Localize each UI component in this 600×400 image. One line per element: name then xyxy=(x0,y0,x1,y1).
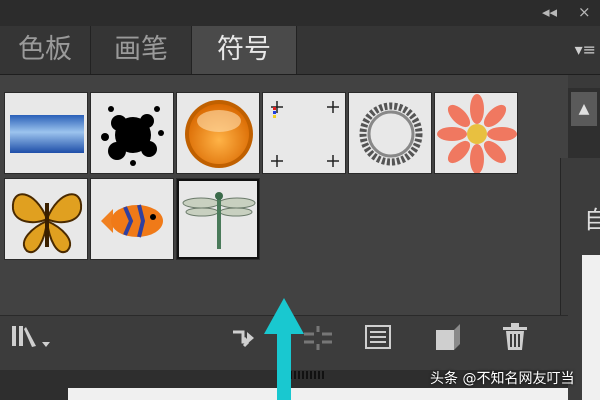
annotation-arrow-icon xyxy=(264,298,304,400)
scroll-up-button[interactable]: ▲ xyxy=(571,92,597,126)
panel-tabs: 色板 画笔 符号 ▾≡ xyxy=(0,26,600,75)
symbol-ink-splatter[interactable] xyxy=(90,92,174,174)
dragonfly-symbol-icon xyxy=(182,192,256,249)
new-symbol-icon[interactable] xyxy=(432,322,462,358)
close-panel-button[interactable]: × xyxy=(578,3,591,21)
tab-symbols[interactable]: 符号 xyxy=(192,26,297,74)
tab-brushes[interactable]: 画笔 xyxy=(91,26,192,74)
tab-swatches[interactable]: 色板 xyxy=(0,26,91,74)
pink-flower-symbol-icon xyxy=(437,94,517,173)
symbol-butterfly[interactable] xyxy=(4,178,88,260)
watermark: 头条 @不知名网友叮当 xyxy=(430,371,575,387)
butterfly-symbol-icon xyxy=(11,193,83,254)
panel-menu-icon[interactable]: ▾≡ xyxy=(575,40,596,59)
fish-symbol-icon xyxy=(101,204,163,238)
ink-splatter-symbol-icon xyxy=(101,106,164,166)
place-symbol-instance-icon[interactable] xyxy=(230,322,260,358)
blue-gradient-bar-symbol-icon xyxy=(10,115,84,153)
symbol-dragonfly[interactable] xyxy=(176,178,260,260)
symbol-orange-button[interactable] xyxy=(176,92,260,174)
symbol-crop-marks[interactable] xyxy=(262,92,346,174)
symbol-ribbon-ring[interactable] xyxy=(348,92,432,174)
symbol-pink-flower[interactable] xyxy=(434,92,518,174)
symbol-fish[interactable] xyxy=(90,178,174,260)
symbol-library-icon[interactable] xyxy=(12,322,56,358)
delete-symbol-icon[interactable] xyxy=(500,322,530,358)
panel-title-bar: ◂◂ × xyxy=(0,0,600,26)
adjacent-panel-label: 自 xyxy=(584,206,600,234)
orange-button-symbol-icon xyxy=(185,100,253,168)
crop-marks-symbol-icon xyxy=(271,101,339,167)
adjacent-panel-content xyxy=(582,255,600,400)
ribbon-ring-symbol-icon xyxy=(359,102,423,166)
symbol-options-icon[interactable] xyxy=(364,322,392,358)
collapse-panel-button[interactable]: ◂◂ xyxy=(542,3,557,21)
canvas-edge xyxy=(68,388,568,400)
symbol-blue-gradient-bar[interactable] xyxy=(4,92,88,174)
